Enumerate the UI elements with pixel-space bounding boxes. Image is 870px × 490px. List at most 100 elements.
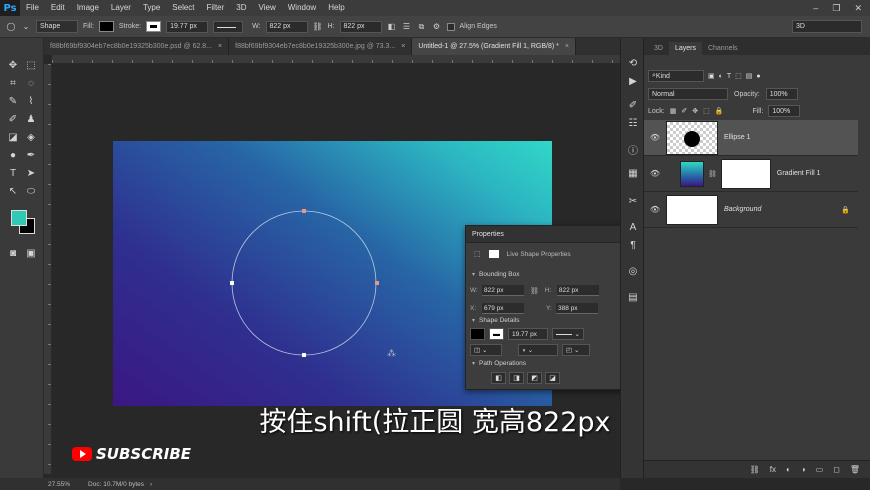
marquee-tool-icon[interactable]: ⬚ [24, 58, 38, 72]
tab-3d[interactable]: 3D [648, 42, 669, 55]
dodge-tool-icon[interactable]: ● [6, 148, 20, 162]
visibility-eye-icon[interactable]: 👁 [644, 169, 666, 178]
prop-stroke-width[interactable]: 19.77 px [508, 328, 548, 340]
exclude-overlap-button[interactable]: ◪ [545, 372, 560, 384]
lock-artboard-icon[interactable]: ⬚ [703, 107, 710, 115]
shape-filter-icon[interactable]: ⬚ [735, 72, 742, 80]
fill-swatch[interactable] [98, 21, 114, 32]
brush-tool-icon[interactable]: ✐ [6, 112, 20, 126]
path-operations-icon[interactable]: ◧ [387, 22, 397, 32]
lock-transparent-icon[interactable]: ▦ [670, 107, 677, 115]
subtract-front-button[interactable]: ◨ [509, 372, 524, 384]
type-tool-icon[interactable]: T [6, 166, 20, 180]
chevron-right-icon[interactable]: › [150, 481, 152, 488]
stroke-caps-select[interactable]: ◖ ⌄ [518, 344, 558, 356]
tab-psd-document[interactable]: f88bf69bf9304eb7ec8b0e19325b300e.psd @ 6… [44, 38, 230, 55]
brush-preset-icon[interactable]: ✐ [626, 98, 640, 112]
lock-all-icon[interactable]: 🔒 [715, 107, 724, 115]
ellipse-tool-icon[interactable]: ⬭ [24, 184, 38, 198]
menu-3d[interactable]: 3D [230, 0, 252, 16]
height-field[interactable]: 822 px [339, 20, 382, 33]
tools-icon[interactable]: ✂ [626, 194, 640, 208]
ellipse-tool-icon[interactable]: ◯ [6, 22, 16, 32]
link-icon[interactable]: ⛓ [530, 287, 539, 295]
fx-icon[interactable]: fx [770, 465, 776, 474]
foreground-color-swatch[interactable] [11, 210, 27, 226]
trash-icon[interactable]: 🗑 [850, 465, 860, 474]
lasso-tool-icon[interactable]: ◌ [24, 76, 38, 90]
menu-type[interactable]: Type [137, 0, 166, 16]
lock-position-icon[interactable]: ✥ [692, 107, 698, 115]
stroke-width-field[interactable]: 19.77 px [166, 20, 209, 33]
new-layer-icon[interactable]: ◻ [833, 465, 840, 474]
link-layers-icon[interactable]: ⛓ [750, 465, 760, 474]
paint-bucket-tool-icon[interactable]: ◈ [24, 130, 38, 144]
blend-mode-select[interactable]: Normal [648, 88, 728, 100]
intersect-shapes-button[interactable]: ◩ [527, 372, 542, 384]
tab-layers[interactable]: Layers [668, 42, 702, 55]
properties-icon[interactable]: ▤ [626, 290, 640, 304]
new-group-icon[interactable]: ▭ [816, 465, 824, 474]
stroke-align-select[interactable]: ◫ ⌄ [470, 344, 502, 356]
libraries-icon[interactable]: ◎ [626, 264, 640, 278]
minimize-button[interactable]: – [813, 3, 818, 14]
adjustment-layer-icon[interactable]: ◑ [801, 465, 806, 474]
menu-layer[interactable]: Layer [105, 0, 137, 16]
tab-untitled-document[interactable]: Untitled-1 @ 27.5% (Gradient Fill 1, RGB… [412, 38, 576, 55]
history-icon[interactable]: ⟲ [626, 56, 640, 70]
close-icon[interactable]: × [401, 43, 405, 50]
prop-y-field[interactable]: 388 px [556, 303, 598, 314]
prop-width-field[interactable]: 822 px [482, 285, 524, 296]
menu-help[interactable]: Help [322, 0, 350, 16]
stroke-corners-select[interactable]: ◰ ⌄ [562, 344, 590, 356]
visibility-eye-icon[interactable]: 👁 [644, 133, 666, 142]
opacity-field[interactable]: 100% [765, 88, 798, 100]
eyedropper-tool-icon[interactable]: ⌇ [24, 94, 38, 108]
chevron-down-icon[interactable]: ⌄ [21, 22, 31, 32]
pixel-filter-icon[interactable]: ▣ [708, 72, 715, 80]
menu-view[interactable]: View [253, 0, 282, 16]
workspace-select[interactable]: 3D [792, 20, 862, 33]
stroke-swatch[interactable] [146, 21, 162, 32]
align-edges-checkbox[interactable] [446, 22, 455, 31]
quick-select-tool-icon[interactable]: ✎ [6, 94, 20, 108]
stroke-type-select[interactable] [213, 20, 244, 33]
link-icon[interactable]: ⛓ [312, 22, 322, 32]
character-icon[interactable]: A [626, 220, 640, 234]
maximize-button[interactable]: ❐ [832, 3, 840, 14]
fill-field[interactable]: 100% [768, 105, 801, 117]
actions-play-icon[interactable]: ▶ [626, 74, 640, 88]
path-arrangement-icon[interactable]: ⧉ [417, 22, 427, 32]
path-alignment-icon[interactable]: ☰ [402, 22, 412, 32]
smart-object-filter-icon[interactable]: ▤ [746, 72, 753, 80]
combine-shapes-button[interactable]: ◧ [491, 372, 506, 384]
kind-filter-select[interactable]: ⌕ Kind [648, 70, 704, 82]
menu-filter[interactable]: Filter [201, 0, 231, 16]
tab-channels[interactable]: Channels [702, 42, 744, 55]
move-tool-icon[interactable]: ✥ [6, 58, 20, 72]
prop-height-field[interactable]: 822 px [556, 285, 599, 296]
color-icon[interactable]: ▦ [626, 166, 640, 180]
layer-background[interactable]: 👁 Background 🔒 [644, 192, 858, 228]
add-mask-icon[interactable]: ◐ [786, 465, 791, 474]
filter-toggle-icon[interactable]: ● [756, 73, 760, 80]
paragraph-icon[interactable]: ¶ [626, 238, 640, 252]
direct-select-tool-icon[interactable]: ↖ [6, 184, 20, 198]
adjustment-filter-icon[interactable]: ◐ [719, 73, 723, 80]
path-select-tool-icon[interactable]: ➤ [24, 166, 38, 180]
zoom-level[interactable]: 27.55% [48, 481, 70, 488]
menu-image[interactable]: Image [71, 0, 105, 16]
close-icon[interactable]: × [218, 43, 222, 50]
adjustments-icon[interactable]: ☷ [626, 116, 640, 130]
prop-fill-swatch[interactable] [470, 328, 485, 340]
width-field[interactable]: 822 px [265, 20, 308, 33]
stamp-tool-icon[interactable]: ♟ [24, 112, 38, 126]
crop-tool-icon[interactable]: ⌗ [6, 76, 20, 90]
layer-ellipse[interactable]: 👁 Ellipse 1 [644, 120, 858, 156]
tool-mode-select[interactable]: Shape [36, 20, 78, 33]
type-filter-icon[interactable]: T [727, 73, 731, 80]
visibility-eye-icon[interactable]: 👁 [644, 205, 666, 214]
menu-file[interactable]: File [20, 0, 45, 16]
info-icon[interactable]: ⓘ [626, 142, 640, 157]
tab-jpg-document[interactable]: f88bf69bf9304eb7ec8b0e19325b300e.jpg @ 7… [229, 38, 413, 55]
